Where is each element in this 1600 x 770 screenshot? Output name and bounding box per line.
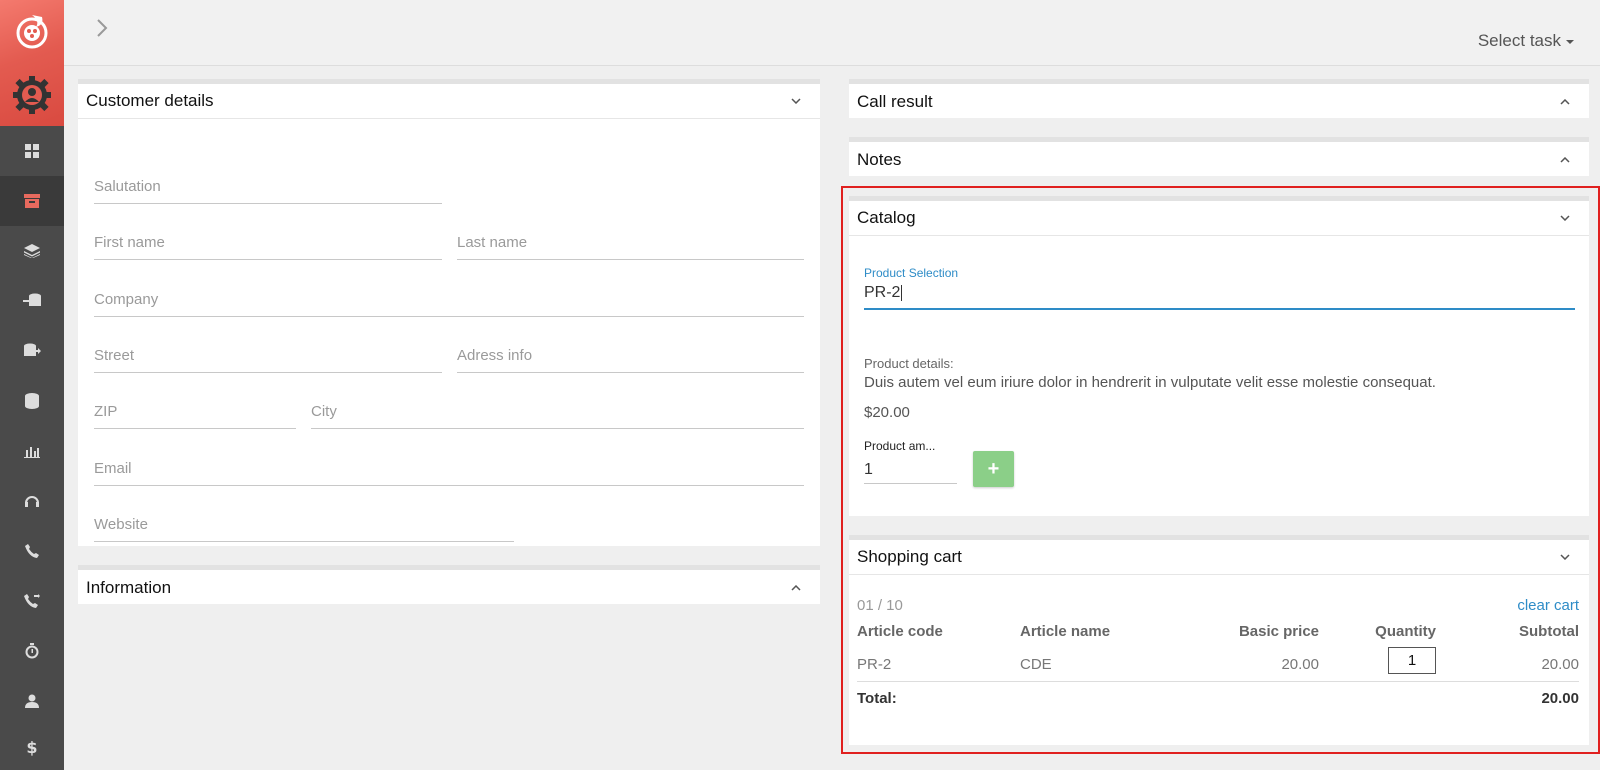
chevron-down-icon[interactable] <box>1557 549 1573 565</box>
product-amount-value: 1 <box>864 461 873 478</box>
total-value: 20.00 <box>1541 690 1579 707</box>
dashboard-icon <box>25 144 39 158</box>
product-amount-input[interactable]: 1 <box>864 456 957 484</box>
last-name-field[interactable]: Last name <box>457 232 804 260</box>
row-divider <box>857 681 1579 682</box>
sidebar-item-layers[interactable] <box>0 226 64 276</box>
chevron-up-icon[interactable] <box>1557 94 1573 110</box>
select-task-label: Select task <box>1477 31 1561 50</box>
select-task-dropdown[interactable]: Select task <box>1478 31 1574 51</box>
sidebar-item-export[interactable] <box>0 326 64 376</box>
stopwatch-icon <box>25 643 39 659</box>
customer-details-header[interactable]: Customer details <box>78 84 820 119</box>
catalog-title: Catalog <box>857 208 916 227</box>
sidebar: $ <box>0 0 64 770</box>
catalog-panel: Catalog Product Selection PR-2 Product d… <box>849 196 1589 516</box>
user-icon <box>25 694 39 708</box>
clear-cart-link[interactable]: clear cart <box>1517 597 1579 614</box>
headset-icon <box>25 496 39 507</box>
sidebar-item-billing[interactable]: $ <box>0 722 64 770</box>
quantity-input[interactable]: 1 <box>1388 647 1436 674</box>
dollar-icon: $ <box>26 737 38 757</box>
cell-article-name: CDE <box>1020 656 1052 673</box>
layers-icon <box>24 244 40 258</box>
database-export-icon <box>24 343 41 356</box>
expand-chevron-icon[interactable] <box>90 16 114 40</box>
chevron-down-icon[interactable] <box>1557 210 1573 226</box>
column-header-basic-price: Basic price <box>1238 623 1319 640</box>
call-result-panel: Call result <box>849 79 1589 118</box>
cell-subtotal: 20.00 <box>1541 656 1579 673</box>
add-to-cart-button[interactable]: + <box>973 451 1014 487</box>
column-header-article-name: Article name <box>1020 623 1111 640</box>
sidebar-item-timer[interactable] <box>0 626 64 676</box>
sidebar-item-archive[interactable] <box>0 176 64 226</box>
email-field[interactable]: Email <box>94 458 804 486</box>
cell-basic-price: 20.00 <box>1281 656 1319 673</box>
sidebar-item-phone[interactable] <box>0 526 64 576</box>
chevron-up-icon[interactable] <box>1557 152 1573 168</box>
database-import-icon <box>23 293 41 306</box>
sidebar-item-dashboard[interactable] <box>0 126 64 176</box>
archive-icon <box>24 194 40 208</box>
cell-article-code: PR-2 <box>857 656 892 673</box>
street-field[interactable]: Street <box>94 345 442 373</box>
website-field[interactable]: Website <box>94 514 514 542</box>
call-result-header[interactable]: Call result <box>849 84 1589 119</box>
information-panel: Information <box>78 565 820 604</box>
first-name-field[interactable]: First name <box>94 232 442 260</box>
sidebar-item-phone-forward[interactable] <box>0 576 64 626</box>
product-price: $20.00 <box>864 404 910 421</box>
total-label: Total: <box>857 690 897 707</box>
salutation-field[interactable]: Salutation <box>94 176 442 204</box>
product-selection-value: PR-2 <box>864 284 901 301</box>
sidebar-item-user[interactable] <box>0 676 64 726</box>
phone-forward-icon <box>24 594 40 608</box>
sidebar-item-import[interactable] <box>0 276 64 326</box>
phone-icon <box>25 544 39 558</box>
customer-details-panel: Customer details Salutation First name L… <box>78 79 820 546</box>
sidebar-item-statistics[interactable] <box>0 426 64 476</box>
adress-info-field[interactable]: Adress info <box>457 345 804 373</box>
settings-agent-icon[interactable] <box>0 64 64 126</box>
chevron-up-icon[interactable] <box>788 580 804 596</box>
shopping-cart-title: Shopping cart <box>857 547 962 566</box>
product-details-label: Product details: <box>864 356 954 371</box>
information-header[interactable]: Information <box>78 570 820 605</box>
city-field[interactable]: City <box>311 401 804 429</box>
chevron-down-icon[interactable] <box>788 93 804 109</box>
information-title: Information <box>86 577 172 597</box>
product-selection-input[interactable]: PR-2 <box>864 284 1575 310</box>
customer-details-title: Customer details <box>86 91 214 110</box>
catalog-header[interactable]: Catalog <box>849 201 1589 236</box>
company-field[interactable]: Company <box>94 289 804 317</box>
shopping-cart-panel: Shopping cart 01 / 10 clear cart Article… <box>849 535 1589 745</box>
column-header-subtotal: Subtotal <box>1519 623 1579 640</box>
notes-panel: Notes <box>849 137 1589 176</box>
product-description: Duis autem vel eum iriure dolor in hendr… <box>864 374 1436 391</box>
bar-chart-icon <box>24 447 40 458</box>
notes-header[interactable]: Notes <box>849 142 1589 177</box>
sidebar-item-headset[interactable] <box>0 476 64 526</box>
product-selection-label: Product Selection <box>864 266 959 280</box>
notes-title: Notes <box>857 149 902 169</box>
cart-pagination: 01 / 10 <box>857 597 903 614</box>
sidebar-item-database[interactable] <box>0 376 64 426</box>
product-amount-label: Product am... <box>864 439 936 453</box>
zip-field[interactable]: ZIP <box>94 401 296 429</box>
call-result-title: Call result <box>857 91 933 111</box>
plus-icon: + <box>987 457 1000 480</box>
column-header-article-code: Article code <box>857 623 943 640</box>
caret-down-icon <box>1566 40 1574 44</box>
top-bar: Select task <box>64 0 1600 66</box>
shopping-cart-header[interactable]: Shopping cart <box>849 540 1589 575</box>
database-icon <box>25 393 39 409</box>
logo-area <box>0 0 64 126</box>
column-header-quantity: Quantity <box>1375 623 1436 640</box>
text-cursor <box>901 284 903 301</box>
brand-logo-icon[interactable] <box>0 0 64 62</box>
